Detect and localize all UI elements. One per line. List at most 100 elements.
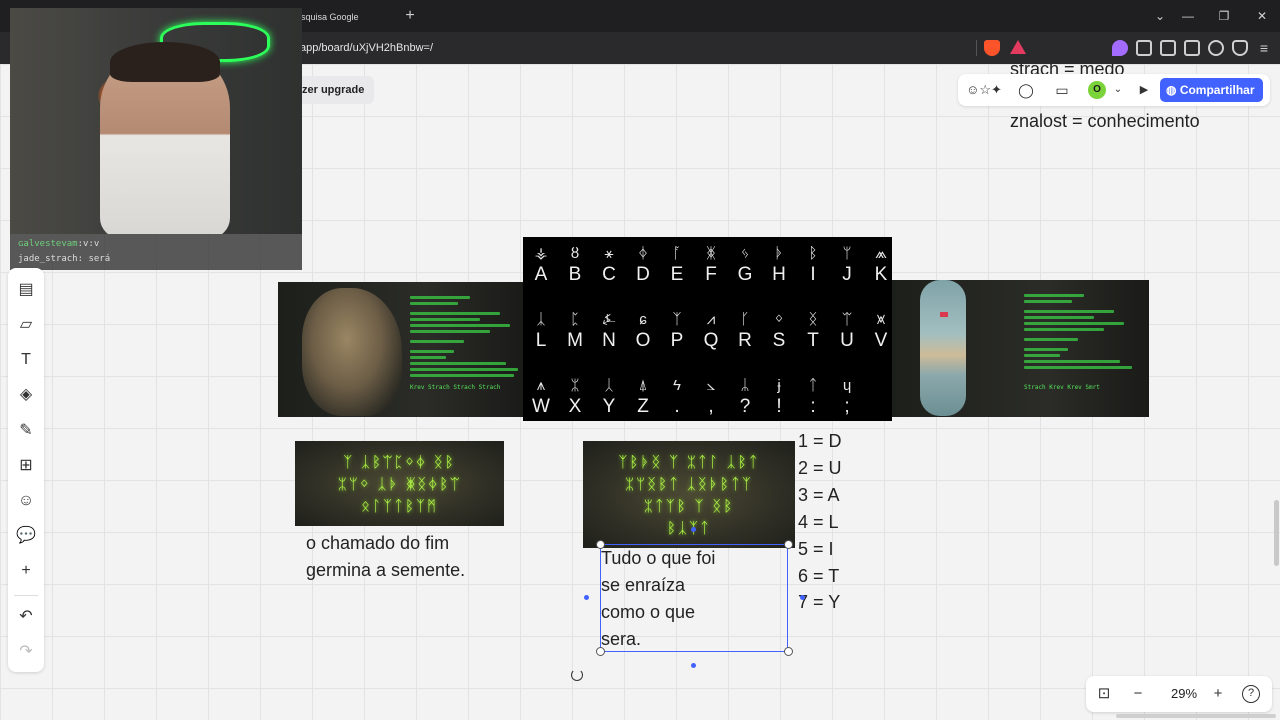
brave-shield-icon[interactable]: [984, 40, 1000, 56]
chat-icon[interactable]: ◯: [1016, 80, 1036, 100]
rune-glyph: ᛯ: [570, 377, 580, 394]
wallet-icon[interactable]: [1184, 40, 1200, 56]
phrase-left-line2[interactable]: germina a semente.: [306, 557, 465, 584]
zoom-level[interactable]: 29%: [1164, 684, 1204, 704]
undo-icon[interactable]: ↶: [14, 605, 38, 629]
rune-glyph: ᛘ: [842, 245, 852, 262]
fit-to-screen-icon[interactable]: ⊡: [1094, 684, 1114, 704]
mapping-item[interactable]: 1 = D: [798, 428, 842, 455]
text-icon[interactable]: T: [14, 348, 38, 372]
rune-glyph: ⚹: [604, 245, 614, 262]
mapping-item[interactable]: 6 = T: [798, 563, 839, 590]
present-icon[interactable]: ▶: [1134, 80, 1154, 100]
sticker-icon[interactable]: ☺: [14, 489, 38, 513]
rune-glyph: ⍋: [638, 377, 648, 394]
maximize-button[interactable]: ❐: [1214, 6, 1234, 26]
help-icon[interactable]: ?: [1242, 685, 1260, 703]
alphabet-cell: ᛜS: [763, 305, 795, 355]
rune-inscription-left[interactable]: ᛉ ᛣᛒᛠᛈᛜᛄ ᛝᛒ ᛯᛘᛜ ᛣᚧ ᛤᛝᛄᛒᛠ ᛟᛚᛉᛏᛒᛉᛗ: [295, 441, 504, 526]
alphabet-cell: ᚴR: [729, 305, 761, 355]
mapping-item[interactable]: 4 = L: [798, 509, 839, 536]
screenshot-figure-terminal[interactable]: Strach Krev Krev Smrt: [892, 280, 1149, 417]
sidebar-icon[interactable]: [1160, 40, 1176, 56]
comment-icon[interactable]: 💬: [14, 524, 38, 548]
reactions-icon[interactable]: ☺☆✦: [966, 80, 1002, 100]
rune-glyph: ᛃ: [740, 245, 750, 262]
alphabet-cell: ᛦ?: [729, 371, 761, 421]
upgrade-button[interactable]: zer upgrade: [290, 76, 375, 104]
alphabet-letter: Q: [703, 330, 719, 351]
url-field[interactable]: app/board/uXjVH2hBnbw=/: [300, 40, 433, 56]
browser-tab[interactable]: esquisa Google: [290, 4, 400, 32]
add-icon[interactable]: +: [14, 559, 38, 583]
alphabet-letter: X: [568, 396, 582, 417]
connector-dot-bottom[interactable]: [691, 663, 696, 668]
resize-handle-top-right[interactable]: [784, 540, 793, 549]
chevron-down-icon[interactable]: ⌄: [1108, 80, 1128, 100]
note-znalost[interactable]: znalost = conhecimento: [1010, 108, 1200, 135]
alphabet-letter: I: [810, 264, 816, 285]
mapping-item[interactable]: 2 = U: [798, 455, 842, 482]
frame-icon[interactable]: ⊞: [14, 454, 38, 478]
vpn-icon[interactable]: [1232, 40, 1248, 56]
rune-glyph: ᛤ: [706, 245, 716, 262]
rune-glyph: ⩚: [536, 377, 546, 394]
mapping-item[interactable]: 7 = Y: [798, 589, 840, 616]
pen-icon[interactable]: ✎: [14, 419, 38, 443]
alphabet-letter: H: [772, 264, 786, 285]
vertical-scrollbar[interactable]: [1274, 500, 1279, 566]
menu-icon[interactable]: ≡: [1256, 40, 1272, 56]
horizontal-scrollbar[interactable]: [1116, 714, 1276, 718]
rune-alphabet-image[interactable]: ⚶ Aȣ B ⚹ C ᛄ D ᚪ E ᛤ F ᛃ G ᚧ H ᛒ I ᛘ J ⩕ K ᛣ L ᛈ M ⍼ Nɕ O ᛉ P ⩘ Q ᚴ R ᛜ S ᛝ T…: [523, 237, 892, 421]
minimize-button[interactable]: —: [1178, 6, 1198, 26]
alphabet-letter: C: [602, 264, 616, 285]
extension-drop-icon[interactable]: [1112, 40, 1128, 56]
extensions-icon[interactable]: [1136, 40, 1152, 56]
rune-glyph: ᛦ: [740, 377, 750, 394]
redo-icon[interactable]: ↷: [14, 640, 38, 664]
alphabet-letter: D: [636, 264, 650, 285]
alphabet-letter: U: [840, 330, 854, 351]
alphabet-cell: ȣB: [559, 239, 591, 289]
shapes-icon[interactable]: ◈: [14, 383, 38, 407]
resize-handle-bottom-left[interactable]: [596, 647, 605, 656]
rune-glyph: ᛄ: [638, 245, 648, 262]
rune-glyph: ⍼: [602, 311, 616, 328]
rune-glyph: ᛸ: [604, 377, 614, 394]
zoom-out-button[interactable]: −: [1128, 684, 1148, 704]
share-button[interactable]: ◍ Compartilhar: [1160, 78, 1263, 102]
avatar[interactable]: O: [1088, 81, 1106, 99]
brave-rewards-icon[interactable]: [1010, 40, 1026, 54]
connector-dot-left[interactable]: [584, 595, 589, 600]
phrase-left-line1[interactable]: o chamado do fim: [306, 530, 449, 557]
left-toolbar: ▤ ▱ T ◈ ✎ ⊞ ☺ 💬 + ↶ ↷: [8, 268, 44, 672]
mapping-item[interactable]: 5 = I: [798, 536, 834, 563]
alphabet-letter: E: [670, 264, 684, 285]
resize-handle-bottom-right[interactable]: [784, 647, 793, 656]
connector-dot-right[interactable]: [800, 595, 805, 600]
rotate-handle-icon[interactable]: [571, 669, 583, 681]
rune-inscription-right[interactable]: ᛉᛒᚧᛝ ᛉ ᛯᛏᛚ ᛣᛒᛏ ᛯᛘᛝᛒᛏ ᛣᛝᚧᛒᛏᛉ ᛯᛏᛉᛒ ᛉ ᛝᛒ ᛒᛣ…: [583, 441, 795, 548]
tab-search-icon[interactable]: ⌄: [1150, 6, 1170, 26]
alphabet-letter: L: [535, 330, 547, 351]
skull-figure: [302, 288, 402, 416]
alphabet-letter: ?: [739, 396, 751, 417]
zoom-in-button[interactable]: +: [1208, 684, 1228, 704]
templates-icon[interactable]: ▤: [14, 278, 38, 302]
rune-glyph: ⦣: [706, 377, 716, 394]
resize-handle-top-left[interactable]: [596, 540, 605, 549]
close-window-button[interactable]: ✕: [1252, 6, 1272, 26]
alphabet-cell: ϟ.: [661, 371, 693, 421]
rune-glyph: ⩘: [706, 311, 716, 328]
alphabet-cell: ᛯX: [559, 371, 591, 421]
new-tab-button[interactable]: +: [402, 6, 418, 26]
connector-dot-top[interactable]: [691, 527, 696, 532]
video-call-icon[interactable]: ▭: [1052, 80, 1072, 100]
screenshot-skull-terminal[interactable]: Krev Strach Strach Strach: [278, 282, 524, 417]
alphabet-cell: ᛘJ: [831, 239, 863, 289]
rune-glyph: ᛣ: [536, 311, 546, 328]
sticky-note-icon[interactable]: ▱: [14, 313, 38, 337]
mapping-item[interactable]: 3 = A: [798, 482, 840, 509]
alphabet-letter: R: [738, 330, 752, 351]
leo-ai-icon[interactable]: [1208, 40, 1224, 56]
